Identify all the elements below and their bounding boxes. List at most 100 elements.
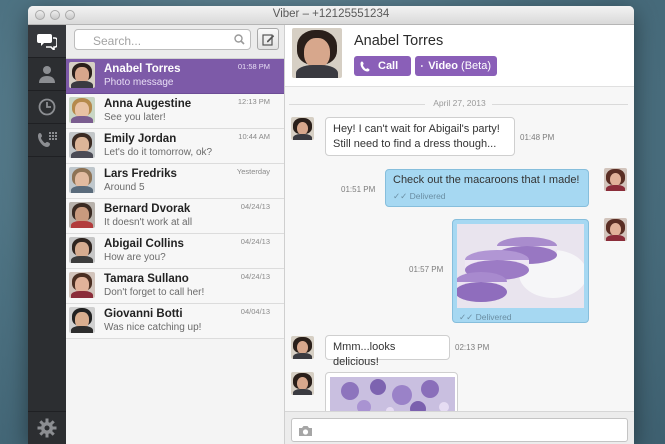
conversation-name: Giovanni Botti [104,308,183,320]
conversation-avatar [69,202,95,228]
search-bar [66,25,284,59]
clock-icon [38,98,56,116]
phone-keypad-icon [38,132,57,147]
message-time: 02:13 PM [455,343,490,352]
message-sender-avatar [291,372,314,395]
conversation-name: Anna Augestine [104,98,192,110]
outgoing-photo-bubble[interactable]: ✓✓ Delivered [452,219,589,323]
outgoing-message-bubble[interactable]: Check out the macaroons that I made! ✓✓ … [385,169,589,207]
double-check-icon: ✓✓ [459,312,474,322]
message-text: Check out the macaroons that I made! [393,174,580,186]
message-sender-avatar [291,336,314,359]
conversation-list-panel: Anabel Torres Photo message 01:58 PM Anna A… [66,25,285,444]
conversation-preview: Photo message [104,77,174,88]
conversation-time: 04/24/13 [240,202,270,211]
double-check-icon: ✓✓ [393,191,408,201]
conversation-item[interactable]: Tamara Sullano Don't forget to call her! 0… [66,269,284,304]
video-beta-tag: (Beta) [461,60,491,72]
conversation-preview: See you later! [104,112,166,123]
conversation-name: Lars Fredriks [104,168,177,180]
conversation-list: Anabel Torres Photo message 01:58 PM Anna A… [66,59,284,339]
macaroons-photo[interactable] [457,224,584,308]
conversation-item[interactable]: Abigail Collins How are you? 04/24/13 [66,234,284,269]
message-composer [285,411,634,444]
conversation-time: Yesterday [236,167,270,176]
composer-field [291,418,628,442]
phone-icon [360,61,370,71]
viber-window: Viber – +12125551234 Search... Anabel To… [28,6,634,444]
message-time: 01:51 PM [341,185,376,194]
contact-avatar[interactable] [292,28,342,78]
conversation-preview: How are you? [104,252,166,263]
video-camera-icon [421,65,424,67]
call-button[interactable]: Call [354,56,411,76]
window-title: Viber – +12125551234 [272,8,390,20]
conversation-item[interactable]: Giovanni Botti Was nice catching up! 04/04… [66,304,284,339]
conversation-name: Abigail Collins [104,238,184,250]
conversation-avatar [69,132,95,158]
conversation-preview: Let's do it tomorrow, ok? [104,147,213,158]
person-icon [39,66,55,83]
my-avatar [604,168,627,191]
rail-keypad-button[interactable] [28,124,66,157]
title-bar: Viber – +12125551234 [28,6,634,25]
rail-settings-button[interactable] [28,411,66,444]
search-box [74,29,251,50]
video-button[interactable]: Video (Beta) [415,56,497,76]
conversation-preview: Around 5 [104,182,145,193]
chat-bubbles-icon [37,34,57,50]
conversation-avatar [69,237,95,263]
conversation-item[interactable]: Emily Jordan Let's do it tomorrow, ok? 10:… [66,129,284,164]
rail-recents-button[interactable] [28,91,66,124]
date-separator: April 27, 2013 [285,98,634,110]
conversation-item[interactable]: Anna Augestine See you later! 12:13 PM [66,94,284,129]
compose-icon [261,33,274,46]
conversation-time: 12:13 PM [237,97,270,106]
message-sender-avatar [291,117,314,140]
delivery-status: ✓✓ Delivered [393,191,446,201]
message-text: Hey! I can't wait for Abigail's party! [333,123,500,135]
conversation-preview: It doesn't work at all [104,217,193,228]
conversation-preview: Was nice catching up! [104,322,202,333]
incoming-photo-bubble[interactable] [325,372,458,416]
conversation-name: Anabel Torres [104,63,181,75]
camera-icon[interactable] [298,425,313,437]
nav-rail [28,25,66,444]
conversation-avatar [69,307,95,333]
conversation-avatar [69,167,95,193]
incoming-message-bubble[interactable]: Hey! I can't wait for Abigail's party! S… [325,117,515,156]
gear-icon [37,418,57,438]
message-time: 01:57 PM [409,265,444,274]
message-text: Mmm...looks delicious! [333,341,396,368]
date-divider-right [492,104,628,105]
chat-header: Anabel Torres Call Video (Beta) [285,25,634,87]
conversation-name: Emily Jordan [104,133,177,145]
date-label: April 27, 2013 [433,98,486,108]
rail-contacts-button[interactable] [28,58,66,91]
delivery-status: ✓✓ Delivered [459,312,512,322]
conversation-name: Tamara Sullano [104,273,189,285]
conversation-time: 04/24/13 [240,272,270,281]
message-input[interactable] [319,421,621,441]
rail-chats-button[interactable] [28,25,66,58]
conversation-preview: Don't forget to call her! [104,287,205,298]
conversation-item[interactable]: Anabel Torres Photo message 01:58 PM [66,59,284,94]
conversation-name: Bernard Dvorak [104,203,191,215]
contact-name: Anabel Torres [354,33,444,49]
compose-button[interactable] [257,28,279,50]
search-icon [234,34,245,45]
incoming-message-bubble[interactable]: Mmm...looks delicious! [325,335,450,368]
call-label: Call [378,60,399,72]
conversation-time: 04/24/13 [240,237,270,246]
my-avatar [604,218,627,241]
message-time: 01:48 PM [520,133,555,142]
chat-panel: Anabel Torres Call Video (Beta) April 27… [285,25,634,444]
conversation-avatar [69,97,95,123]
conversation-time: 04/04/13 [240,307,270,316]
conversation-avatar [69,62,95,88]
search-input[interactable] [91,32,235,49]
conversation-item[interactable]: Lars Fredriks Around 5 Yesterday [66,164,284,199]
conversation-time: 10:44 AM [238,132,270,141]
conversation-item[interactable]: Bernard Dvorak It doesn't work at all 04/2… [66,199,284,234]
video-label: Video [428,60,459,72]
